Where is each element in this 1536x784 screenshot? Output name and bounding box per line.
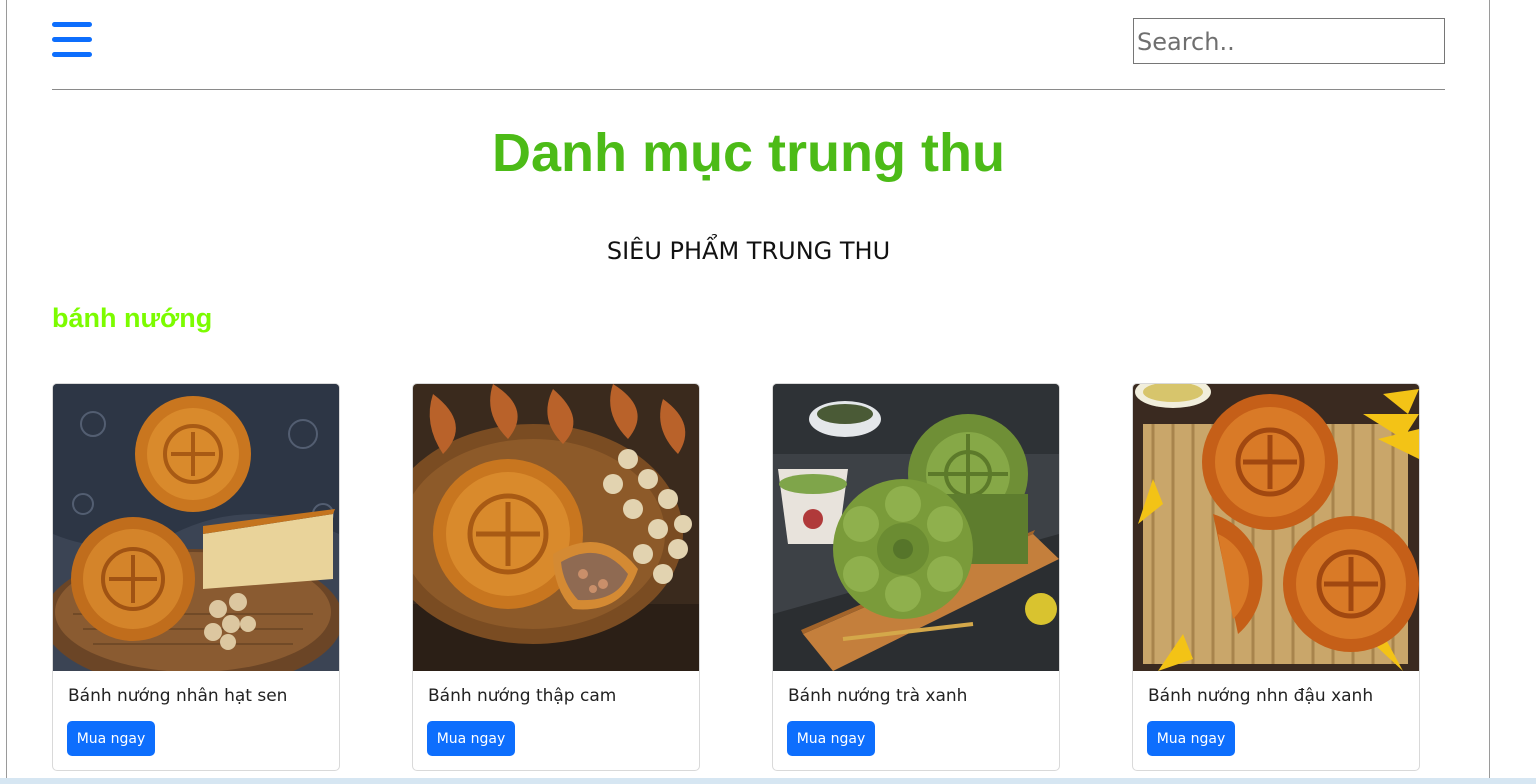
product-card: Bánh nướng thập cam Mua ngay [412, 383, 700, 771]
product-image-green-tea-mooncake[interactable] [773, 384, 1059, 671]
buy-now-button[interactable]: Mua ngay [1147, 721, 1235, 756]
buy-now-button[interactable]: Mua ngay [67, 721, 155, 756]
product-image-mung-bean-mooncake[interactable] [1133, 384, 1419, 671]
product-name: Bánh nướng trà xanh [788, 686, 968, 706]
product-image-mixed-mooncake[interactable] [413, 384, 699, 671]
product-card: Bánh nướng trà xanh Mua ngay [772, 383, 1060, 771]
buy-now-button[interactable]: Mua ngay [427, 721, 515, 756]
product-name: Bánh nướng nhân hạt sen [68, 686, 288, 706]
product-name: Bánh nướng nhn đậu xanh [1148, 686, 1374, 706]
menu-icon[interactable] [52, 22, 92, 58]
page-title: Danh mục trung thu [492, 123, 1005, 183]
taskbar-edge [0, 778, 1536, 784]
product-card: Bánh nướng nhân hạt sen Mua ngay [52, 383, 340, 771]
product-card: Bánh nướng nhn đậu xanh Mua ngay [1132, 383, 1420, 771]
section-title: bánh nướng [52, 303, 213, 333]
product-image-lotus-mooncake[interactable] [53, 384, 339, 671]
search-input[interactable] [1133, 18, 1445, 64]
buy-now-button[interactable]: Mua ngay [787, 721, 875, 756]
product-name: Bánh nướng thập cam [428, 686, 617, 706]
page-subtitle: SIÊU PHẨM TRUNG THU [606, 237, 891, 265]
header-divider [52, 89, 1445, 90]
